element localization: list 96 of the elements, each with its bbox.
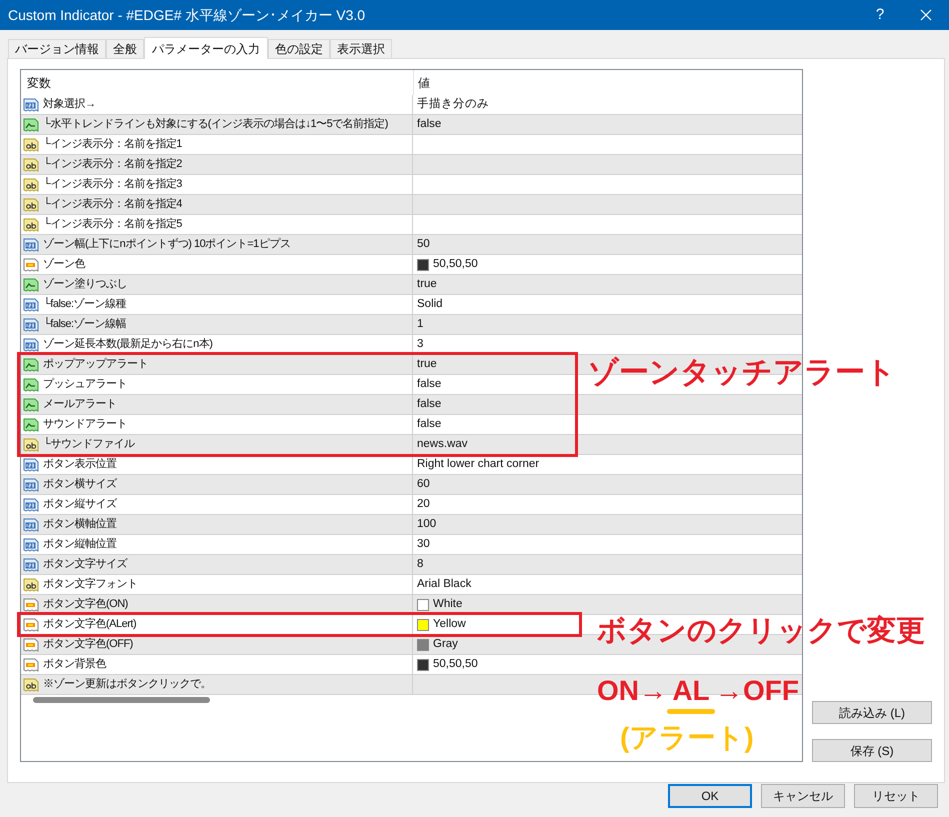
parameter-value: false xyxy=(417,376,442,392)
parameter-value: 30 xyxy=(417,536,430,552)
parameter-name: ボタン表示位置 xyxy=(43,457,116,472)
parameter-name: ※ゾーン更新はボタンクリックで。 xyxy=(43,676,211,692)
window-title: Custom Indicator - #EDGE# 水平線ゾーン･メイカー V3.0 xyxy=(8,6,366,24)
dialog-button[interactable]: キャンセル xyxy=(761,784,845,808)
parameter-name: サウンドアラート xyxy=(43,417,127,432)
number-type-icon xyxy=(23,316,39,332)
parameter-value: 50 xyxy=(417,236,430,252)
dialog-button[interactable]: OK xyxy=(668,784,752,808)
parameter-name: ボタン横サイズ xyxy=(43,477,116,492)
text-type-icon xyxy=(23,196,39,212)
parameter-value: true xyxy=(417,276,437,292)
parameter-value: 20 xyxy=(417,496,430,512)
annotation-text: (アラート) xyxy=(620,724,754,752)
column-header: 変数 xyxy=(26,74,52,92)
number-type-icon xyxy=(23,556,39,572)
text-type-icon xyxy=(23,176,39,192)
parameter-name: ボタン文字色(ALert) xyxy=(43,616,136,632)
parameter-value: White xyxy=(433,596,462,612)
parameter-value: true xyxy=(417,356,437,372)
parameter-value: Arial Black xyxy=(417,576,472,592)
underline-mark xyxy=(667,709,715,714)
parameter-value: Gray xyxy=(433,636,458,652)
text-type-icon xyxy=(23,676,39,692)
parameter-name: ボタン文字サイズ xyxy=(43,556,127,572)
tab[interactable]: 全般 xyxy=(106,39,144,58)
color-type-icon xyxy=(23,596,39,612)
boolean-type-icon xyxy=(23,116,39,132)
parameter-name: ゾーン色 xyxy=(43,257,85,272)
parameter-value: 60 xyxy=(417,476,430,492)
side-button[interactable]: 保存 (S) xyxy=(812,739,932,762)
parameter-name: ボタン背景色 xyxy=(43,656,106,672)
text-type-icon xyxy=(23,436,39,452)
annotation-text: AL xyxy=(672,677,710,705)
parameter-value: 1 xyxy=(417,316,424,332)
boolean-type-icon xyxy=(23,376,39,392)
parameter-value: 50,50,50 xyxy=(433,256,478,272)
parameter-name: └インジ表示分：名前を指定5 xyxy=(43,216,182,232)
help-button[interactable]: ? xyxy=(857,0,903,30)
number-type-icon xyxy=(23,476,39,492)
parameter-value: 手描き分のみ xyxy=(417,96,489,112)
parameter-value: 3 xyxy=(417,336,424,352)
annotation-text: →OFF xyxy=(715,677,799,705)
tab[interactable]: 色の設定 xyxy=(268,39,330,58)
text-type-icon xyxy=(23,136,39,152)
parameter-name: ボタン縦軸位置 xyxy=(43,537,116,552)
annotation-text: ボタンのクリックで変更 xyxy=(597,617,925,646)
parameter-value: Solid xyxy=(417,296,443,312)
parameter-name: ボタン文字色(ON) xyxy=(43,596,128,612)
boolean-type-icon xyxy=(23,356,39,372)
parameter-value: false xyxy=(417,396,442,412)
parameter-name: └インジ表示分：名前を指定4 xyxy=(43,196,182,212)
boolean-type-icon xyxy=(23,396,39,412)
dialog-button[interactable]: リセット xyxy=(854,784,938,808)
boolean-type-icon xyxy=(23,276,39,292)
parameter-name: ボタン横軸位置 xyxy=(43,517,116,532)
parameter-name: └インジ表示分：名前を指定2 xyxy=(43,156,182,172)
parameter-value: Yellow xyxy=(433,616,466,632)
side-button[interactable]: 読み込み (L) xyxy=(812,701,932,724)
parameter-name: ポップアップアラート xyxy=(43,356,148,372)
parameter-name: ボタン文字フォント xyxy=(43,576,138,592)
parameter-name: └水平トレンドラインも対象にする(インジ表示の場合は↓1〜5で名前指定) xyxy=(43,116,388,132)
number-type-icon xyxy=(23,516,39,532)
annotation-text: ON→ xyxy=(597,677,667,705)
text-type-icon xyxy=(23,576,39,592)
parameter-value: false xyxy=(417,416,442,432)
number-type-icon xyxy=(23,236,39,252)
parameter-name: ゾーン幅(上下にnポイントずつ) 10ポイント=1ピプス xyxy=(43,236,290,252)
tab[interactable]: バージョン情報 xyxy=(8,39,106,58)
parameter-name: ボタン文字色(OFF) xyxy=(43,636,133,652)
parameter-value: news.wav xyxy=(417,436,468,452)
parameter-name: メールアラート xyxy=(43,397,116,412)
boolean-type-icon xyxy=(23,416,39,432)
parameter-name: 対象選択→ xyxy=(43,96,96,112)
tab[interactable]: 表示選択 xyxy=(330,39,392,58)
parameter-value: 100 xyxy=(417,516,436,532)
parameter-name: ボタン縦サイズ xyxy=(43,497,116,512)
annotation-text: ゾーンタッチアラート xyxy=(588,358,896,388)
parameter-name: ゾーン塗りつぶし xyxy=(43,277,127,292)
parameter-name: └false:ゾーン線種 xyxy=(43,296,126,312)
parameter-value: 8 xyxy=(417,556,424,572)
parameter-name: └false:ゾーン線幅 xyxy=(43,316,126,332)
parameter-name: ゾーン延長本数(最新足から右にn本) xyxy=(43,336,212,352)
parameter-name: プッシュアラート xyxy=(43,376,127,392)
color-type-icon xyxy=(23,636,39,652)
parameter-value: Right lower chart corner xyxy=(417,456,540,472)
parameter-name: └サウンドファイル xyxy=(43,436,134,452)
parameter-value: 50,50,50 xyxy=(433,656,478,672)
parameter-name: └インジ表示分：名前を指定3 xyxy=(43,176,182,192)
parameter-value: false xyxy=(417,116,442,132)
parameter-name: └インジ表示分：名前を指定1 xyxy=(43,136,182,152)
close-icon[interactable] xyxy=(920,9,932,21)
tab[interactable]: パラメーターの入力 xyxy=(144,37,268,59)
text-type-icon xyxy=(23,156,39,172)
text-type-icon xyxy=(23,216,39,232)
